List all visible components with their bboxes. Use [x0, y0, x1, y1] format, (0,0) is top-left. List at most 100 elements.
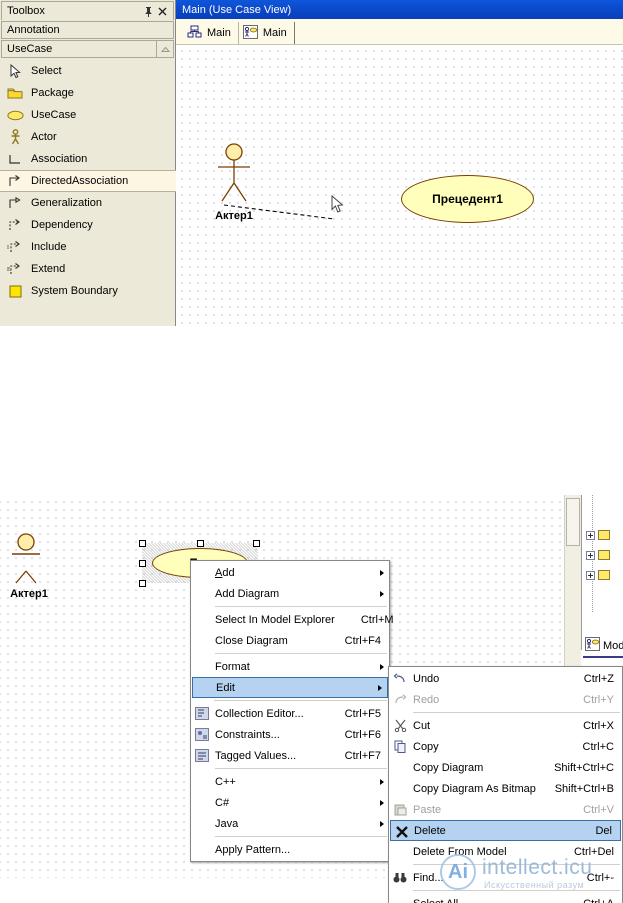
menu-item-cpp[interactable]: C++ [191, 771, 389, 792]
selection-handle[interactable] [139, 560, 146, 567]
context-menu[interactable]: Add Add Diagram Select In Model Explorer… [190, 560, 394, 862]
toolbox-group-annotation[interactable]: Annotation [1, 21, 174, 39]
undo-icon [392, 671, 408, 686]
toolbox-item-extend[interactable]: E Extend [0, 258, 175, 280]
menu-item-delete-from-model[interactable]: Delete From Model Ctrl+Del [389, 841, 622, 862]
ellipse-icon [6, 107, 24, 123]
toolbox-item-association[interactable]: Association [0, 148, 175, 170]
menu-item-csharp[interactable]: C# [191, 792, 389, 813]
menu-item-label: Copy [413, 740, 439, 753]
menu-separator [193, 700, 387, 701]
stick-figure-icon [218, 143, 250, 202]
toolbox-item-label: UseCase [31, 109, 77, 121]
include-arrow-icon: I [6, 239, 24, 255]
toolbox-item-actor[interactable]: Actor [0, 126, 175, 148]
actor-label: Актер1 [215, 210, 253, 222]
toolbox-item-usecase[interactable]: UseCase [0, 104, 175, 126]
toolbox-item-select[interactable]: Select [0, 60, 175, 82]
usecase-label: Прецедент1 [432, 192, 503, 206]
menu-item-tagged-values[interactable]: Tagged Values... Ctrl+F7 [191, 745, 389, 766]
tree-node[interactable] [586, 570, 610, 580]
submenu-arrow-icon [380, 778, 384, 785]
menu-item-select-all[interactable]: Select All Ctrl+A [389, 893, 622, 903]
toolbox-item-directedassociation[interactable]: DirectedAssociation [0, 170, 176, 192]
menu-item-accel: Ctrl+M [360, 613, 394, 626]
menu-item-constraints[interactable]: Constraints... Ctrl+F6 [191, 724, 389, 745]
selection-handle[interactable] [139, 540, 146, 547]
expand-plus-icon[interactable] [586, 570, 595, 580]
class-diagram-icon [187, 25, 202, 42]
paste-icon [392, 802, 408, 817]
usecase-shape[interactable]: Прецедент1 [401, 175, 534, 223]
scroll-up-icon[interactable] [156, 41, 173, 57]
pin-icon[interactable] [143, 6, 154, 17]
menu-item-label: Delete [414, 824, 446, 837]
yellow-square-icon [6, 283, 24, 299]
menu-item-label: Select All [413, 898, 523, 903]
collection-editor-icon [194, 706, 210, 721]
close-icon[interactable] [157, 6, 168, 17]
menu-item-add-diagram[interactable]: Add Diagram [191, 583, 389, 604]
diagram-canvas[interactable]: Актер1 Прецедент1 [176, 45, 623, 326]
menu-item-label: Paste [413, 803, 442, 816]
menu-item-format[interactable]: Format [191, 656, 389, 677]
menu-item-copy-diagram-as-bitmap[interactable]: Copy Diagram As Bitmap Shift+Ctrl+B [389, 778, 622, 799]
toolbox-item-generalization[interactable]: Generalization [0, 192, 175, 214]
expand-plus-icon[interactable] [586, 530, 595, 540]
scrollbar-thumb[interactable] [566, 498, 580, 546]
selection-handle[interactable] [253, 540, 260, 547]
copy-icon [392, 739, 408, 754]
selection-handle[interactable] [139, 580, 146, 587]
menu-item-java[interactable]: Java [191, 813, 389, 834]
menu-item-add[interactable]: Add [191, 562, 389, 583]
menu-item-cut[interactable]: Cut Ctrl+X [389, 715, 622, 736]
menu-item-accel: Ctrl+X [583, 719, 614, 732]
toolbox-item-dependency[interactable]: Dependency [0, 214, 175, 236]
tab-main-usecase[interactable]: Main [239, 22, 295, 44]
menu-item-label: Copy Diagram As Bitmap [413, 782, 536, 795]
expand-plus-icon[interactable] [586, 550, 595, 560]
menu-separator [215, 606, 387, 607]
generalization-arrow-icon [6, 195, 24, 211]
directed-arrow-icon [6, 173, 24, 189]
submenu-arrow-icon [378, 684, 382, 691]
menu-item-label-rest: dd [222, 566, 235, 579]
actor-shape[interactable]: Актер1 [204, 143, 264, 222]
menu-item-apply-pattern[interactable]: Apply Pattern... [191, 839, 389, 860]
menu-item-label: Java [215, 817, 239, 830]
menu-item-accel: Shift+Ctrl+C [554, 761, 614, 774]
toolbox-item-package[interactable]: Package [0, 82, 175, 104]
toolbox-item-include[interactable]: I Include [0, 236, 175, 258]
tree-node[interactable] [586, 550, 610, 560]
menu-item-copy[interactable]: Copy Ctrl+C [389, 736, 622, 757]
menu-item-find[interactable]: Find... Ctrl+- [389, 867, 622, 888]
menu-item-label: C# [215, 796, 230, 809]
diagram-tabbar: Main Main [176, 19, 623, 45]
toolbox-item-label: DirectedAssociation [31, 175, 129, 187]
tree-node[interactable] [586, 530, 610, 540]
toolbox-item-system-boundary[interactable]: System Boundary [0, 280, 175, 302]
menu-item-accel: Ctrl+Z [583, 672, 614, 685]
delete-x-icon [394, 824, 410, 839]
tagged-values-icon [194, 748, 210, 763]
tab-main-class[interactable]: Main [183, 22, 239, 44]
toolbox-group-usecase[interactable]: UseCase [1, 40, 174, 58]
menu-item-label: Format [215, 660, 250, 673]
menu-item-collection-editor[interactable]: Collection Editor... Ctrl+F5 [191, 703, 389, 724]
menu-item-undo[interactable]: Undo Ctrl+Z [389, 668, 622, 689]
menu-item-select-in-model-explorer[interactable]: Select In Model Explorer Ctrl+M [191, 609, 394, 630]
screenshot-root: Toolbox Annotation UseCase Select Packag… [0, 0, 623, 903]
menu-item-edit[interactable]: Edit [192, 677, 388, 698]
menu-item-copy-diagram[interactable]: Copy Diagram Shift+Ctrl+C [389, 757, 622, 778]
actor-shape[interactable]: Актер1 [8, 533, 52, 600]
tab-model-explorer[interactable]: Mod [585, 637, 623, 654]
menu-item-close-diagram[interactable]: Close Diagram Ctrl+F4 [191, 630, 389, 651]
toolbox-item-label: Dependency [31, 219, 93, 231]
menu-separator [215, 836, 387, 837]
selection-handle[interactable] [197, 540, 204, 547]
edit-submenu[interactable]: Undo Ctrl+Z Redo Ctrl+Y Cut Ctrl+X Copy … [388, 666, 623, 903]
menu-separator [413, 890, 620, 891]
menu-item-delete[interactable]: Delete Del [390, 820, 621, 841]
toolbox-item-label: System Boundary [31, 285, 118, 297]
toolbox-item-label: Association [31, 153, 88, 165]
